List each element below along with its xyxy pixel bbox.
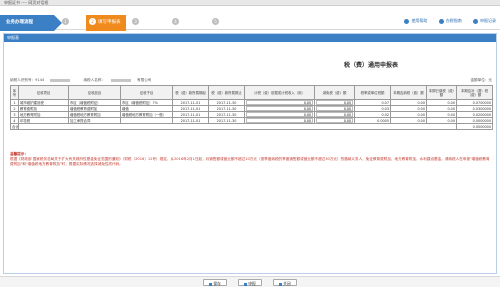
help-link-label: 使用帮助 (411, 18, 428, 23)
taxpayer-id-label: 纳税人识别号：9144 (10, 78, 45, 82)
close-button-label: 关闭 (283, 281, 291, 286)
submit-button-label: 申报 (248, 281, 256, 286)
levy-sub: 增值税地方教育附加（一般） (120, 111, 173, 118)
top-links: 使用帮助 办税指南 申报记录 (394, 17, 496, 25)
col-header: 征收项目 (18, 85, 69, 100)
tax-base-input[interactable] (246, 106, 313, 111)
tax-base-cell (244, 117, 315, 124)
panel-header: 申报表 (4, 34, 496, 42)
submit-icon (244, 282, 248, 286)
save-button-label: 保存 (213, 281, 221, 286)
help-icon (404, 18, 410, 24)
close-icon (279, 282, 283, 286)
tax-base-input[interactable] (246, 100, 313, 105)
relief-input[interactable] (316, 118, 353, 123)
col-header: 减免税（费）额 (314, 85, 355, 100)
submit-button[interactable]: 申报 (238, 279, 262, 286)
relief-cell (314, 99, 355, 106)
step-3[interactable]: 3确认申报 (132, 15, 141, 57)
step-label: 填写申报表 (98, 20, 121, 25)
total-spacer (18, 123, 457, 130)
taxpayer-name: 纳税人名称： 有限公司 (83, 78, 157, 83)
guide-icon (438, 18, 444, 24)
col-header: 本期应纳税（费）额 (390, 85, 427, 100)
save-button[interactable]: 保存 (203, 279, 227, 286)
step-number: 3 (132, 18, 139, 25)
step-2-active[interactable]: 2 填写申报表 (86, 15, 126, 31)
guide-link-label: 办税指南 (445, 18, 462, 23)
step-4[interactable]: 4申报结果 (172, 15, 181, 57)
table-header-row: 序号 征收项目 征收品目 征收子目 税（费）款所属期起 税（费）款所属期止 计税… (10, 85, 493, 100)
tax-base-cell (244, 111, 315, 118)
close-button[interactable]: 关闭 (273, 279, 297, 286)
col-header: 税率或单位税额 (354, 85, 391, 100)
taxpayer-id: 纳税人识别号：9144 (10, 78, 76, 83)
amount-unit: 金额单位：元 (470, 78, 492, 82)
table-total-row: 合计 0.0000000 (10, 123, 493, 130)
taxpayer-info: 纳税人识别号：9144 纳税人名称： 有限公司 (10, 78, 490, 83)
relief-input[interactable] (316, 112, 353, 117)
tax-base-cell (244, 105, 315, 112)
step-number: 1 (62, 18, 69, 25)
step-5[interactable]: 5 (212, 15, 221, 31)
redacted-value (50, 78, 71, 82)
top-bar: 业务办理流程 1 2填写申报表 3确认申报 4申报结果 5 使用帮助 办税指南 … (0, 6, 500, 57)
total-label: 合计 (10, 123, 19, 130)
relief-input[interactable] (316, 106, 353, 111)
tax-base-input[interactable] (246, 112, 313, 117)
form-title: 税（费）通用申报表 (344, 62, 399, 69)
tax-base-input[interactable] (246, 118, 313, 123)
tips-text: 根据《财政部 国家税务总局关于扩大有关政府性基金免征范围的通知》（财税〔2016… (10, 157, 490, 166)
records-link[interactable]: 申报记录 (473, 17, 496, 25)
col-header: 征收子目 (120, 85, 173, 100)
taxpayer-name-suffix: 有限公司 (137, 78, 152, 82)
relief-cell (314, 111, 355, 118)
total-value: 0.0000000 (456, 123, 493, 130)
step-number: 4 (172, 18, 179, 25)
col-header: 征收品目 (68, 85, 121, 100)
save-icon (209, 282, 213, 286)
declaration-table: 序号 征收项目 征收品目 征收子目 税（费）款所属期起 税（费）款所属期止 计税… (10, 85, 493, 130)
relief-cell (314, 105, 355, 112)
relief-input[interactable] (316, 100, 353, 105)
records-link-label: 申报记录 (480, 18, 496, 23)
step-1[interactable]: 1 (62, 15, 71, 31)
action-bar: 保存 申报 关闭 (0, 276, 500, 287)
tax-base-cell (244, 99, 315, 106)
col-header: 税（费）款所属期起 (172, 85, 209, 100)
redacted-value (111, 78, 132, 82)
col-header: 税（费）款所属期止 (208, 85, 245, 100)
step-number: 5 (212, 18, 219, 25)
help-link[interactable]: 使用帮助 (404, 17, 427, 25)
col-header: 本期应补（退）税（费）额 (456, 85, 493, 100)
process-label: 业务办理流程 (0, 15, 62, 31)
taxpayer-name-label: 纳税人名称： (83, 78, 106, 82)
col-header: 本期已缴税（费）额 (426, 85, 457, 100)
declaration-panel: 申报表 税（费）通用申报表 纳税人识别号：9144 纳税人名称： 有限公司 金额单… (3, 33, 497, 274)
guide-link[interactable]: 办税指南 (438, 17, 462, 25)
relief-cell (314, 117, 355, 124)
col-header: 序号 (10, 85, 19, 100)
records-icon (473, 18, 478, 24)
step-number: 2 (89, 18, 96, 25)
col-header: 计税（费）依据或计税收入（用） (244, 85, 315, 100)
tips-box: 温馨提示： 根据《财政部 国家税务总局关于扩大有关政府性基金免征范围的通知》（财… (10, 152, 492, 167)
